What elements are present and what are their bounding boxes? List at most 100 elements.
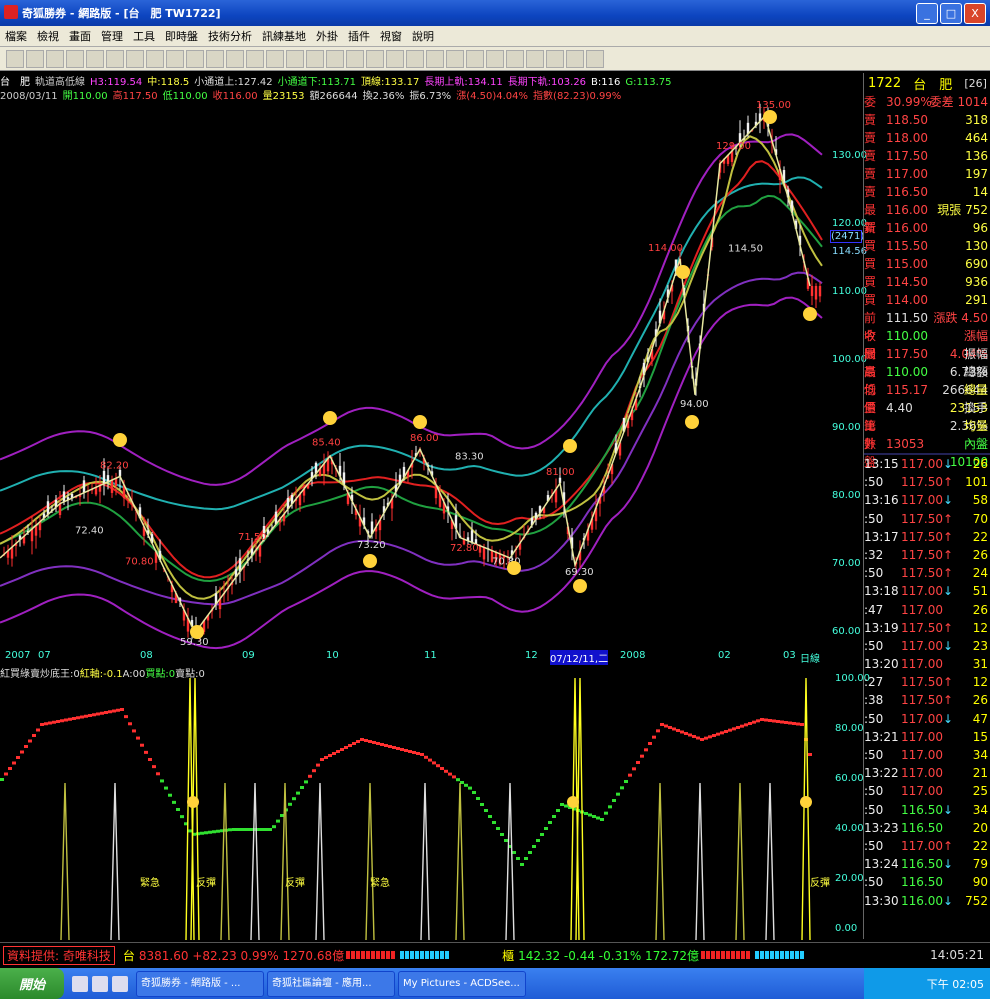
task-button-app[interactable]: 奇狐勝券 - 網路版 - ... — [136, 970, 264, 997]
quote-header: 1722 台 肥 [26] — [864, 73, 990, 93]
quote-row-price: 116.00 — [886, 203, 928, 217]
signal-marker-icon[interactable] — [190, 625, 204, 639]
toolbar-button[interactable] — [466, 49, 484, 68]
toolbar-button[interactable] — [406, 49, 424, 68]
menu-tools[interactable]: 工具 — [128, 28, 160, 44]
toolbar-button[interactable] — [346, 49, 364, 68]
quicklaunch-icon[interactable] — [72, 975, 88, 992]
toolbar-button[interactable] — [446, 49, 464, 68]
indicator-value: 台 肥 — [0, 77, 30, 87]
quicklaunch-icon[interactable] — [92, 975, 108, 992]
toolbar-button[interactable] — [326, 49, 344, 68]
toolbar-button[interactable] — [486, 49, 504, 68]
quote-row-label: 買 — [864, 293, 877, 307]
toolbar-button[interactable] — [186, 49, 204, 68]
quote-row-price: 30.99% — [886, 95, 932, 109]
indicator-step — [404, 749, 408, 752]
quicklaunch-icon[interactable] — [112, 975, 128, 992]
quote-row: 賣 118.50 318 — [864, 111, 990, 129]
signal-marker-icon[interactable] — [676, 265, 690, 279]
toolbar-button[interactable] — [246, 49, 264, 68]
signal-spike — [735, 782, 745, 940]
toolbar-button[interactable] — [126, 49, 144, 68]
indicator-step — [52, 720, 56, 724]
signal-spike — [315, 782, 325, 940]
toolbar-button[interactable] — [286, 49, 304, 68]
menu-manage[interactable]: 管理 — [96, 28, 128, 44]
toolbar-button[interactable] — [586, 49, 604, 68]
toolbar-button[interactable] — [546, 49, 564, 68]
menu-realtime[interactable]: 即時盤 — [160, 28, 203, 44]
toolbar-button[interactable] — [146, 49, 164, 68]
toolbar-button[interactable] — [226, 49, 244, 68]
app-icon[interactable] — [4, 5, 18, 19]
indicator-step — [668, 726, 672, 729]
data-source[interactable]: 資料提供: 奇唯科技 — [3, 945, 115, 965]
signal-marker-icon[interactable] — [763, 110, 777, 124]
menu-help[interactable]: 說明 — [407, 28, 439, 44]
signal-marker-icon[interactable] — [413, 415, 427, 429]
signal-marker-icon[interactable] — [803, 307, 817, 321]
indicator-chart[interactable]: 緊急 反彈 反彈 緊急 反彈 — [0, 678, 830, 940]
indicator-step — [176, 808, 180, 811]
menu-file[interactable]: 檔案 — [0, 28, 32, 44]
signal-marker-icon[interactable] — [113, 433, 127, 447]
start-button[interactable]: 開始 — [0, 968, 64, 999]
indicator-tick: 20.00 — [835, 873, 864, 884]
toolbar-button[interactable] — [86, 49, 104, 68]
tick-time: 13:22 — [864, 766, 899, 781]
quote-row-label: 買 — [864, 275, 877, 289]
close-button[interactable]: X — [964, 3, 986, 24]
maximize-button[interactable]: □ — [940, 3, 962, 24]
quote-row: 外盤 13053 內盤 10100 — [864, 435, 990, 469]
candlestick-chart[interactable]: 82.2059.3070.8072.4071.5054.7085.4073.20… — [0, 100, 830, 650]
menu-view[interactable]: 檢視 — [32, 28, 64, 44]
task-button-acdsee[interactable]: My Pictures - ACDSee... — [398, 970, 526, 997]
minimize-button[interactable]: _ — [916, 3, 938, 24]
tray-clock[interactable]: 下午 02:05 — [927, 976, 984, 992]
price-tick: 70.00 — [832, 558, 861, 569]
menu-addons[interactable]: 插件 — [343, 28, 375, 44]
signal-marker-icon[interactable] — [573, 579, 587, 593]
menu-plugins[interactable]: 外掛 — [311, 28, 343, 44]
toolbar-button[interactable] — [566, 49, 584, 68]
price-label: 114.00 — [648, 243, 683, 254]
toolbar-button[interactable] — [166, 49, 184, 68]
tick-row: :27 117.50 ↑ 12 — [864, 673, 990, 691]
toolbar-button[interactable] — [306, 49, 324, 68]
toolbar-button[interactable] — [6, 49, 24, 68]
toolbar-button[interactable] — [266, 49, 284, 68]
toolbar-button[interactable] — [506, 49, 524, 68]
signal-marker-icon[interactable] — [507, 561, 521, 575]
signal-marker-icon[interactable] — [567, 796, 579, 808]
signal-marker-icon[interactable] — [323, 411, 337, 425]
signal-marker-icon[interactable] — [563, 439, 577, 453]
menu-technical[interactable]: 技術分析 — [203, 28, 257, 44]
signal-marker-icon[interactable] — [685, 415, 699, 429]
quote-row-label: 賣 — [864, 131, 877, 145]
menu-window[interactable]: 視窗 — [375, 28, 407, 44]
task-button-forum[interactable]: 奇狐社區論壇 - 應用... — [267, 970, 395, 997]
tick-row: :50 117.00 25 — [864, 782, 990, 800]
indicator-step — [456, 778, 460, 782]
toolbar-button[interactable] — [526, 49, 544, 68]
indicator-step — [344, 746, 348, 749]
indicator-axis: 100.00 80.00 60.00 40.00 20.00 0.00 — [830, 665, 870, 940]
toolbar-button[interactable] — [46, 49, 64, 68]
signal-marker-icon[interactable] — [800, 796, 812, 808]
toolbar-button[interactable] — [26, 49, 44, 68]
tick-price: 117.00 — [901, 711, 943, 726]
tick-volume: 26 — [972, 693, 988, 708]
toolbar-button[interactable] — [106, 49, 124, 68]
menu-training[interactable]: 訊練基地 — [257, 28, 311, 44]
toolbar-button[interactable] — [386, 49, 404, 68]
signal-marker-icon[interactable] — [187, 796, 199, 808]
signal-marker-icon[interactable] — [363, 554, 377, 568]
toolbar-button[interactable] — [206, 49, 224, 68]
menu-screen[interactable]: 畫面 — [64, 28, 96, 44]
toolbar-button[interactable] — [366, 49, 384, 68]
toolbar-button[interactable] — [66, 49, 84, 68]
indicator-step — [428, 758, 432, 762]
toolbar-button[interactable] — [426, 49, 444, 68]
indicator-step — [736, 726, 740, 729]
